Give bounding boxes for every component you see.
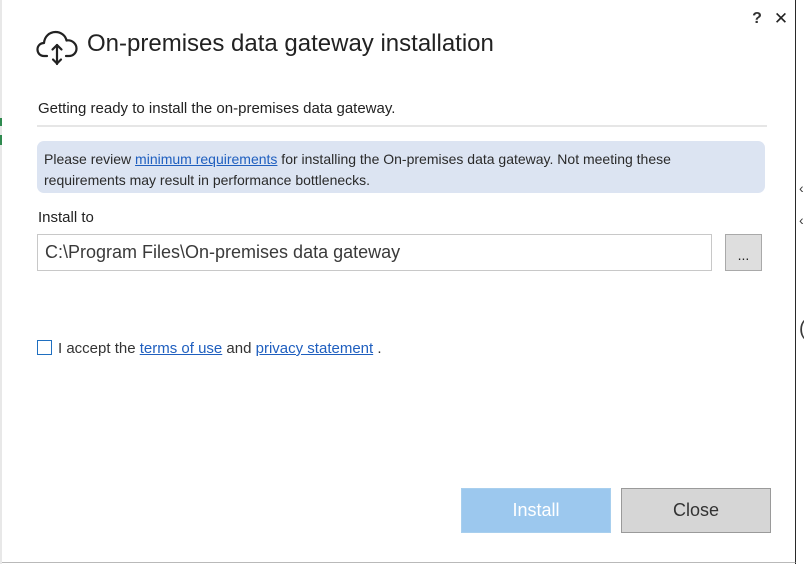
accept-suffix: . [373,340,382,357]
accept-prefix: I accept the [58,340,140,357]
install-button[interactable]: Install [461,488,611,533]
notice-prefix: Please review [44,151,136,167]
close-window-button[interactable]: ✕ [772,9,790,29]
privacy-statement-link[interactable]: privacy statement [256,340,374,357]
help-button[interactable]: ? [749,9,765,29]
terms-of-use-link[interactable]: terms of use [140,340,223,357]
install-to-label: Install to [38,209,94,226]
cloud-upload-icon [36,30,78,66]
install-path-input[interactable] [37,234,712,271]
accept-middle: and [222,340,256,357]
accept-terms-checkbox[interactable] [37,340,52,355]
installer-dialog: ? ✕ On-premises data gateway installatio… [0,0,796,564]
accept-terms-text: I accept the terms of use and privacy st… [58,338,382,359]
left-edge-mark [0,118,2,126]
dialog-title: On-premises data gateway installation [87,30,494,57]
divider [37,125,767,127]
dialog-left-edge [0,0,2,564]
close-button[interactable]: Close [621,488,771,533]
browse-button[interactable]: ... [725,234,762,271]
status-subtitle: Getting ready to install the on-premises… [38,100,396,117]
background-window-edge: ‹ ‹ ( [795,0,804,564]
minimum-requirements-link[interactable]: minimum requirements [135,151,277,167]
requirements-notice: Please review minimum requirements for i… [37,141,765,193]
left-edge-mark [0,135,2,145]
